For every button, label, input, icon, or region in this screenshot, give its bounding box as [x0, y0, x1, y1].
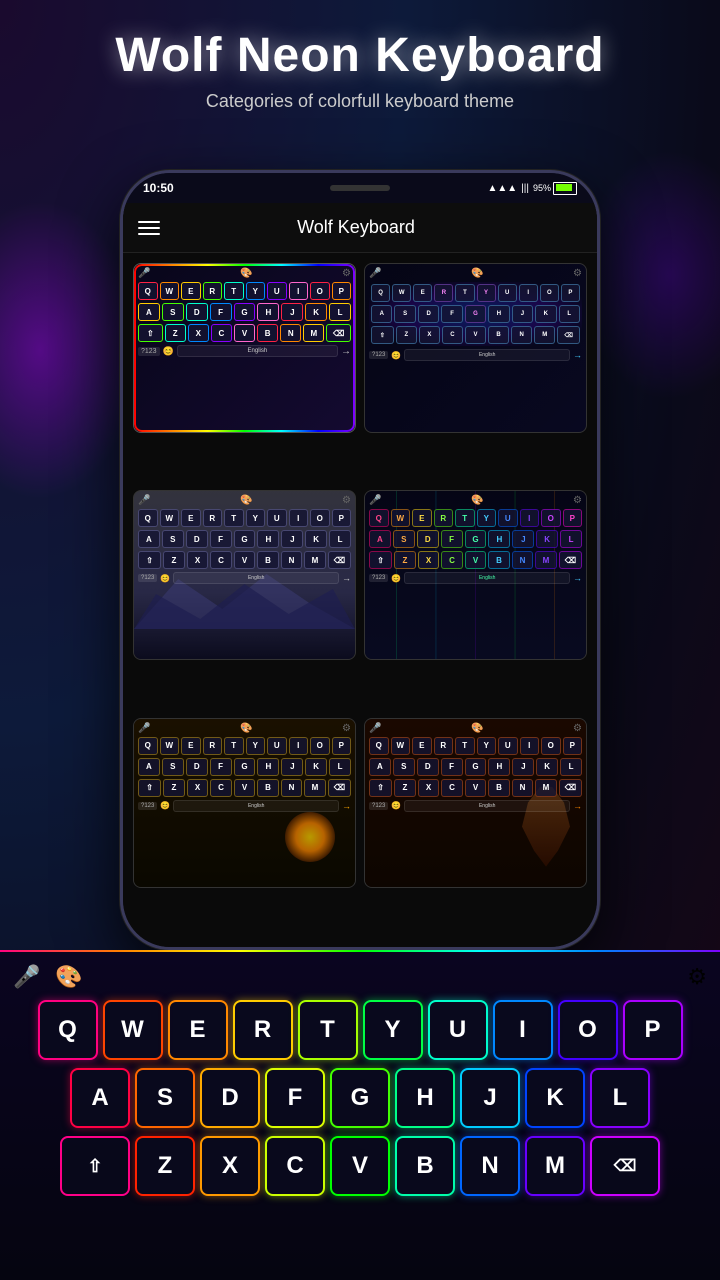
keyboard-toolbar: 🎤 🎨 ⚙: [8, 964, 712, 990]
shift-key[interactable]: ⇧: [60, 1136, 130, 1196]
key-e[interactable]: E: [168, 1000, 228, 1060]
keyboard-keys: Q W E R T Y U I O P A S D F G H J K L ⇧ …: [8, 1000, 712, 1196]
phone-mockup: 10:50 ▲▲▲ ||| 95%: [120, 170, 600, 950]
key-o[interactable]: O: [558, 1000, 618, 1060]
key-d[interactable]: D: [200, 1068, 260, 1128]
keyboard-left-icons: 🎤 🎨: [13, 964, 83, 990]
space-key-thumb6[interactable]: English: [404, 800, 570, 812]
key-m[interactable]: M: [525, 1136, 585, 1196]
bottom-keyboard: 🎤 🎨 ⚙ Q W E R T Y U I O P A S D F G H J …: [0, 950, 720, 1280]
key-c[interactable]: C: [265, 1136, 325, 1196]
app-content: Wolf Keyboard 🎤 🎨 ⚙: [123, 203, 597, 947]
keyboard-theme-3[interactable]: 🎤 🎨 ⚙ Q W E R T Y: [133, 490, 356, 660]
key-z[interactable]: Z: [135, 1136, 195, 1196]
key-p[interactable]: P: [623, 1000, 683, 1060]
key-q[interactable]: Q: [38, 1000, 98, 1060]
app-header-bar: Wolf Keyboard: [123, 203, 597, 253]
key-w[interactable]: W: [103, 1000, 163, 1060]
signal-icon: |||: [521, 183, 529, 194]
key-f[interactable]: F: [265, 1068, 325, 1128]
key-x[interactable]: X: [200, 1136, 260, 1196]
bg-glow-right: [580, 150, 720, 400]
space-key-thumb2[interactable]: English: [404, 349, 570, 361]
theme-1-keyboard: 🎤 🎨 ⚙ QWE RTY UIO P: [134, 264, 355, 432]
keyboard-row-3: ⇧ Z X C V B N M ⌫: [8, 1136, 712, 1196]
space-key-thumb4[interactable]: English: [404, 572, 570, 584]
keyboard-grid: 🎤 🎨 ⚙ QWE RTY UIO P: [123, 253, 597, 947]
header: Wolf Neon Keyboard Categories of colorfu…: [0, 0, 720, 122]
phone-frame: 10:50 ▲▲▲ ||| 95%: [120, 170, 600, 950]
mic-small-icon: 🎤: [138, 268, 150, 279]
app-subtitle: Categories of colorfull keyboard theme: [20, 91, 700, 112]
key-s[interactable]: S: [135, 1068, 195, 1128]
battery-indicator: 95%: [533, 182, 577, 195]
settings-icon[interactable]: ⚙: [687, 964, 707, 990]
phone-notch: [330, 185, 390, 191]
status-icons: ▲▲▲ ||| 95%: [487, 182, 577, 195]
key-u[interactable]: U: [428, 1000, 488, 1060]
key-h[interactable]: H: [395, 1068, 455, 1128]
key-t[interactable]: T: [298, 1000, 358, 1060]
app-title: Wolf Neon Keyboard: [20, 30, 700, 83]
keyboard-theme-1[interactable]: 🎤 🎨 ⚙ QWE RTY UIO P: [133, 263, 356, 433]
keyboard-theme-4[interactable]: 🎤 🎨 ⚙ Q W E R T Y: [364, 490, 587, 660]
bg-glow-left: [0, 200, 140, 500]
keyboard-theme-5[interactable]: 🎤 🎨 ⚙ Q W E R T Y: [133, 718, 356, 888]
key-v[interactable]: V: [330, 1136, 390, 1196]
status-bar: 10:50 ▲▲▲ ||| 95%: [123, 173, 597, 203]
space-key-thumb3[interactable]: English: [173, 572, 339, 584]
keyboard-row-2: A S D F G H J K L: [8, 1068, 712, 1128]
sticker-icon[interactable]: 🎨: [55, 964, 82, 990]
wifi-icon: ▲▲▲: [487, 183, 517, 194]
keyboard-theme-2[interactable]: 🎤 🎨 ⚙ Q W E R: [364, 263, 587, 433]
space-key-thumb1[interactable]: English: [177, 345, 338, 357]
menu-button[interactable]: [138, 221, 160, 235]
key-n[interactable]: N: [460, 1136, 520, 1196]
key-a[interactable]: A: [70, 1068, 130, 1128]
keyboard-row-1: Q W E R T Y U I O P: [8, 1000, 712, 1060]
key-k[interactable]: K: [525, 1068, 585, 1128]
sticker-small-icon: 🎨: [240, 268, 252, 279]
microphone-icon[interactable]: 🎤: [13, 964, 40, 990]
key-g[interactable]: G: [330, 1068, 390, 1128]
key-l[interactable]: L: [590, 1068, 650, 1128]
status-time: 10:50: [143, 181, 174, 195]
battery-icon: [553, 182, 577, 195]
app-header-title: Wolf Keyboard: [160, 217, 552, 238]
key-r[interactable]: R: [233, 1000, 293, 1060]
key-y[interactable]: Y: [363, 1000, 423, 1060]
keyboard-theme-6[interactable]: 🎤 🎨 ⚙ Q W E R T Y: [364, 718, 587, 888]
delete-key[interactable]: ⌫: [590, 1136, 660, 1196]
key-b[interactable]: B: [395, 1136, 455, 1196]
key-i[interactable]: I: [493, 1000, 553, 1060]
settings-small-icon: ⚙: [342, 268, 351, 279]
space-key-thumb5[interactable]: English: [173, 800, 339, 812]
key-j[interactable]: J: [460, 1068, 520, 1128]
